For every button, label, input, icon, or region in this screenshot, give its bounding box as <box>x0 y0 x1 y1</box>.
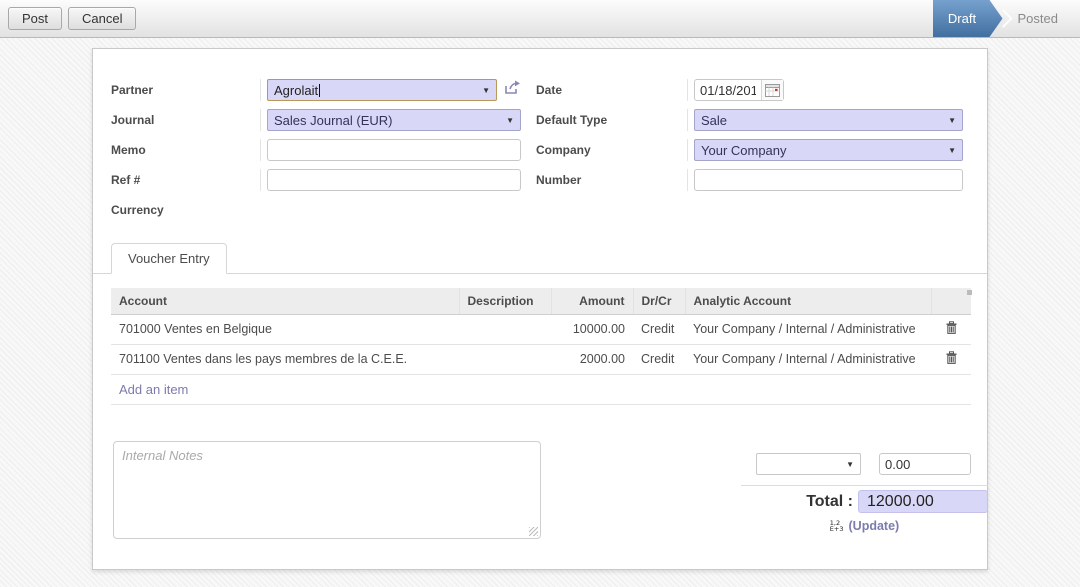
trash-icon[interactable] <box>931 344 971 374</box>
number-label: Number <box>536 169 688 191</box>
chevron-down-icon[interactable]: ▼ <box>476 86 490 95</box>
total-value-field: 12000.00 <box>858 490 988 513</box>
partner-combo[interactable]: Agrolait ▼ <box>267 79 497 101</box>
notebook-tabs: Voucher Entry <box>93 243 987 274</box>
cell-description[interactable] <box>459 314 551 344</box>
table-header-row: Account Description Amount Dr/Cr Analyti… <box>111 288 971 314</box>
top-toolbar: Post Cancel Draft Posted <box>0 0 1080 38</box>
default-type-select[interactable]: Sale ▼ <box>694 109 963 131</box>
add-item-row: Add an item <box>111 374 971 404</box>
table-scrollbar[interactable] <box>967 290 972 295</box>
ref-label: Ref # <box>111 169 261 191</box>
col-analytic[interactable]: Analytic Account <box>685 288 931 314</box>
journal-value: Sales Journal (EUR) <box>274 113 393 128</box>
statusbar-active-label: Draft <box>948 11 976 26</box>
totals-divider <box>741 485 988 486</box>
statusbar-state-posted[interactable]: Posted <box>1012 11 1072 26</box>
memo-label: Memo <box>111 139 261 161</box>
writeoff-amount-input[interactable] <box>879 453 971 475</box>
cell-drcr[interactable]: Credit <box>633 344 685 374</box>
partner-value: Agrolait <box>274 83 318 98</box>
company-select[interactable]: Your Company ▼ <box>694 139 963 161</box>
cell-analytic[interactable]: Your Company / Internal / Administrative <box>685 314 931 344</box>
cell-amount[interactable]: 2000.00 <box>551 344 633 374</box>
calendar-icon[interactable] <box>761 80 783 100</box>
company-value: Your Company <box>701 143 787 158</box>
table-row[interactable]: 701100 Ventes dans les pays membres de l… <box>111 344 971 374</box>
writeoff-select-wrap: ▼ <box>756 453 861 475</box>
number-input[interactable] <box>694 169 963 191</box>
statusbar: Draft Posted <box>933 0 1072 37</box>
chevron-down-icon: ▼ <box>942 116 956 125</box>
post-button[interactable]: Post <box>8 7 62 30</box>
text-cursor <box>319 84 320 97</box>
cell-account[interactable]: 701100 Ventes dans les pays membres de l… <box>111 344 459 374</box>
date-field <box>694 79 784 101</box>
add-an-item-link[interactable]: Add an item <box>119 382 188 397</box>
chevron-down-icon: ▼ <box>840 460 854 469</box>
currency-label: Currency <box>111 199 262 221</box>
col-description[interactable]: Description <box>459 288 551 314</box>
date-label: Date <box>536 79 688 101</box>
col-amount[interactable]: Amount <box>551 288 633 314</box>
tab-voucher-entry[interactable]: Voucher Entry <box>111 243 227 274</box>
trash-icon[interactable] <box>931 314 971 344</box>
external-link-icon[interactable] <box>504 80 521 100</box>
date-input[interactable] <box>695 81 761 99</box>
cancel-button[interactable]: Cancel <box>68 7 136 30</box>
col-account[interactable]: Account <box>111 288 459 314</box>
chevron-down-icon: ▼ <box>942 146 956 155</box>
col-drcr[interactable]: Dr/Cr <box>633 288 685 314</box>
journal-select[interactable]: Sales Journal (EUR) ▼ <box>267 109 521 131</box>
scientific-notation-icon: 1,2 E+3 <box>830 520 844 532</box>
form-sheet: Partner Agrolait ▼ Jo <box>92 48 988 570</box>
statusbar-state-draft[interactable]: Draft <box>933 0 1003 37</box>
update-link[interactable]: (Update) <box>849 519 900 533</box>
cell-analytic[interactable]: Your Company / Internal / Administrative <box>685 344 931 374</box>
cell-amount[interactable]: 10000.00 <box>551 314 633 344</box>
default-type-label: Default Type <box>536 109 688 131</box>
table-row[interactable]: 701000 Ventes en Belgique 10000.00 Credi… <box>111 314 971 344</box>
memo-input[interactable] <box>267 139 521 161</box>
default-type-value: Sale <box>701 113 727 128</box>
voucher-lines-table: Account Description Amount Dr/Cr Analyti… <box>111 288 972 405</box>
journal-label: Journal <box>111 109 261 131</box>
total-label: Total : <box>806 493 853 511</box>
company-label: Company <box>536 139 688 161</box>
cell-description[interactable] <box>459 344 551 374</box>
partner-label: Partner <box>111 79 261 101</box>
chevron-down-icon: ▼ <box>500 116 514 125</box>
total-value: 12000.00 <box>867 493 934 511</box>
ref-input[interactable] <box>267 169 521 191</box>
writeoff-select[interactable]: ▼ <box>756 453 861 475</box>
internal-notes-textarea[interactable] <box>113 441 541 539</box>
col-delete <box>931 288 971 314</box>
cell-account[interactable]: 701000 Ventes en Belgique <box>111 314 459 344</box>
cell-drcr[interactable]: Credit <box>633 314 685 344</box>
